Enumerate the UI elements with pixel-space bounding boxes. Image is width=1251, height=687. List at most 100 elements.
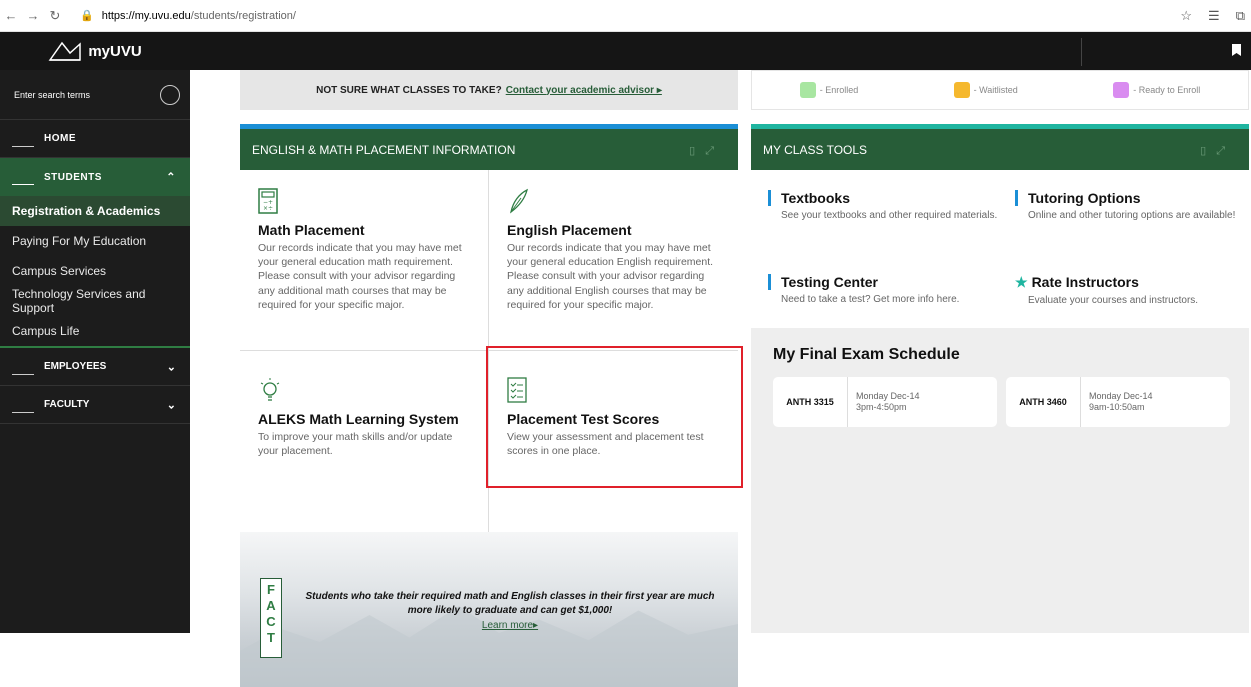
expand-icon[interactable]: ⤢	[705, 145, 724, 157]
exam-schedule-heading: My Final Exam Schedule	[773, 346, 960, 363]
header-divider	[1081, 38, 1082, 66]
chevron-up-icon[interactable]: ⌃	[166, 171, 176, 184]
lightbulb-icon	[258, 377, 280, 405]
sidebar-item-label: HOME	[44, 133, 76, 144]
sidebar-item-faculty[interactable]: FACULTY ⌄	[0, 386, 190, 424]
sidebar-item-home[interactable]: HOME	[0, 120, 190, 158]
expand-icon[interactable]: ⤢	[1216, 145, 1235, 157]
tool-title: Rate Instructors	[1031, 274, 1139, 290]
sidebar-item-label: STUDENTS	[44, 171, 102, 183]
testing-center-tool[interactable]: Testing Center Need to take a test? Get …	[768, 274, 998, 306]
sidebar-item-students[interactable]: STUDENTS ⌃	[0, 158, 190, 196]
students-icon	[12, 169, 34, 185]
search-input[interactable]: Enter search terms	[14, 90, 90, 100]
back-icon[interactable]: ←	[0, 8, 22, 23]
exam-day: Monday Dec-14	[856, 390, 920, 401]
brand-name: myUVU	[88, 42, 142, 60]
legend-enrolled: - Enrolled	[799, 82, 859, 98]
legend-label: - Waitlisted	[973, 85, 1018, 95]
fact-banner: FACT Students who take their required ma…	[240, 532, 738, 687]
english-placement-tile[interactable]: English Placement Our records indicate t…	[489, 170, 738, 351]
sidebar-subitem-technology[interactable]: Technology Services and Support	[0, 286, 190, 316]
fact-statement: Students who take their required math an…	[305, 591, 715, 616]
exam-datetime: Monday Dec-14 9am-10:50am	[1081, 391, 1153, 414]
aleks-tile[interactable]: ALEKS Math Learning System To improve yo…	[240, 351, 489, 532]
sidebar-subitem-campus-life[interactable]: Campus Life	[0, 316, 190, 346]
sidebar-search[interactable]: Enter search terms	[0, 70, 190, 120]
tile-title: English Placement	[507, 222, 632, 238]
students-submenu: Registration & Academics Paying For My E…	[0, 196, 190, 348]
legend-label: - Ready to Enroll	[1133, 85, 1201, 95]
panel-actions: ▯⤢	[689, 144, 724, 158]
sidebar-item-employees[interactable]: EMPLOYEES ⌄	[0, 348, 190, 386]
legend-label: - Enrolled	[819, 85, 859, 95]
tool-description: Online and other tutoring options are av…	[1028, 210, 1236, 221]
exam-card[interactable]: ANTH 3315 Monday Dec-14 3pm-4:50pm	[773, 377, 997, 427]
panel-actions: ▯⤢	[1200, 144, 1235, 158]
url-host: https://my.uvu.edu	[101, 9, 191, 22]
enrolled-swatch	[799, 82, 816, 98]
tile-description: Our records indicate that you may have m…	[507, 242, 714, 311]
panel-title: ENGLISH & MATH PLACEMENT INFORMATION	[252, 142, 516, 157]
star-icon: ★	[1015, 274, 1028, 290]
math-placement-tile[interactable]: −+ ×÷ Math Placement Our records indicate…	[240, 170, 489, 351]
url-path: /students/registration/	[190, 9, 296, 22]
collections-icon[interactable]: ⧉	[1236, 8, 1245, 24]
legend-waitlisted: - Waitlisted	[953, 82, 1018, 98]
svg-text:×÷: ×÷	[263, 205, 273, 212]
tutoring-tool[interactable]: Tutoring Options Online and other tutori…	[1015, 190, 1245, 222]
home-icon	[12, 131, 34, 147]
employees-icon	[12, 359, 34, 375]
checklist-icon	[507, 377, 529, 405]
legend-ready: - Ready to Enroll	[1113, 82, 1200, 98]
app-header: myUVU	[0, 32, 1251, 70]
logo-envelope-icon	[48, 41, 82, 61]
tile-description: View your assessment and placement test …	[507, 431, 704, 458]
rate-instructors-tool[interactable]: ★ Rate Instructors Evaluate your courses …	[1015, 274, 1245, 307]
class-tools-list: Textbooks See your textbooks and other r…	[751, 170, 1249, 328]
browser-toolbar: ← → ↻ 🔒 https://my.uvu.edu /students/reg…	[0, 0, 1251, 32]
advisor-banner: NOT SURE WHAT CLASSES TO TAKE? Contact y…	[240, 70, 738, 110]
favorite-star-icon[interactable]: ☆	[1180, 8, 1192, 24]
exam-time: 3pm-4:50pm	[856, 402, 907, 412]
tool-title: Textbooks	[768, 190, 998, 206]
exam-card[interactable]: ANTH 3460 Monday Dec-14 9am-10:50am	[1006, 377, 1230, 427]
tile-title: ALEKS Math Learning System	[258, 411, 459, 427]
enrollment-legend: - Enrolled - Waitlisted - Ready to Enrol…	[751, 70, 1249, 110]
bookmark-icon[interactable]	[1232, 44, 1241, 56]
learn-more-link[interactable]: Learn more▸	[295, 619, 725, 633]
exam-time: 9am-10:50am	[1089, 402, 1145, 412]
sidebar-subitem-registration[interactable]: Registration & Academics	[0, 196, 190, 226]
chevron-down-icon[interactable]: ⌄	[167, 398, 176, 411]
myuvu-logo[interactable]: myUVU	[0, 32, 190, 70]
sidebar: Enter search terms HOME STUDENTS ⌃ Regis…	[0, 70, 190, 633]
chevron-down-icon[interactable]: ⌄	[167, 360, 176, 373]
favorites-list-icon[interactable]: ☰	[1208, 8, 1220, 24]
placement-panel-header: ENGLISH & MATH PLACEMENT INFORMATION ▯⤢	[240, 124, 738, 170]
contact-advisor-link[interactable]: Contact your academic advisor ▸	[506, 85, 662, 96]
address-bar[interactable]: 🔒 https://my.uvu.edu /students/registrat…	[80, 9, 296, 23]
placement-panel: ENGLISH & MATH PLACEMENT INFORMATION ▯⤢ …	[240, 124, 738, 687]
advisor-prompt: NOT SURE WHAT CLASSES TO TAKE?	[316, 84, 502, 96]
sidebar-subitem-paying[interactable]: Paying For My Education	[0, 226, 190, 256]
tool-description: See your textbooks and other required ma…	[781, 210, 998, 221]
waitlisted-swatch	[953, 82, 970, 98]
panel-title: MY CLASS TOOLS	[763, 142, 868, 157]
fact-text: Students who take their required math an…	[295, 590, 725, 633]
tile-title: Math Placement	[258, 222, 365, 238]
tile-description: Our records indicate that you may have m…	[258, 242, 462, 311]
tile-title: Placement Test Scores	[507, 411, 660, 427]
search-icon[interactable]	[160, 84, 180, 105]
bookmark-icon[interactable]: ▯	[1200, 145, 1216, 157]
exam-course: ANTH 3315	[773, 377, 848, 427]
refresh-icon[interactable]: ↻	[44, 8, 66, 24]
bookmark-icon[interactable]: ▯	[689, 145, 705, 157]
sidebar-item-label: FACULTY	[44, 399, 90, 410]
tool-title: Tutoring Options	[1015, 190, 1245, 206]
tool-title: Testing Center	[768, 274, 998, 290]
textbooks-tool[interactable]: Textbooks See your textbooks and other r…	[768, 190, 998, 222]
forward-icon[interactable]: →	[22, 8, 44, 23]
placement-test-scores-tile[interactable]: Placement Test Scores View your assessme…	[489, 351, 738, 532]
class-tools-panel: MY CLASS TOOLS ▯⤢ Textbooks See your tex…	[751, 124, 1249, 633]
sidebar-subitem-campus-services[interactable]: Campus Services	[0, 256, 190, 286]
